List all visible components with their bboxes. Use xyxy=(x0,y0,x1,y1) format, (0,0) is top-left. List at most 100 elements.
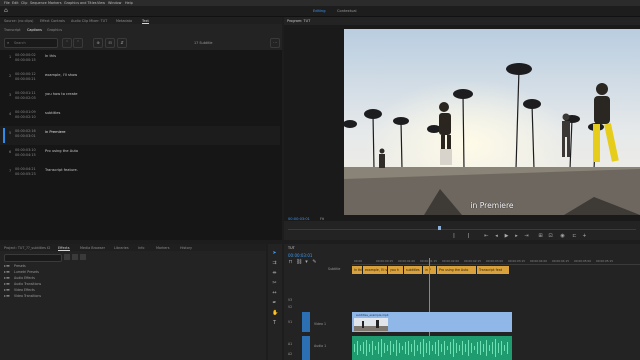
caption-text[interactable]: Transcript feature. xyxy=(45,168,78,172)
32bit-effects-icon[interactable] xyxy=(72,254,78,260)
subtab-transcript[interactable]: Transcript xyxy=(4,28,21,32)
add-caption-icon[interactable]: ⊕ xyxy=(93,38,103,48)
caption-clip[interactable]: subtitles xyxy=(404,266,423,274)
merge-caption-icon[interactable]: ⇵ xyxy=(117,38,127,48)
caption-item[interactable]: 7 00:00:04:21 00:00:05:23 Transcript fea… xyxy=(0,164,280,183)
accelerated-effects-icon[interactable] xyxy=(64,254,70,260)
audio-clip[interactable] xyxy=(352,336,512,360)
playhead-icon[interactable] xyxy=(438,226,441,230)
step-forward-icon[interactable]: ▸ xyxy=(514,234,519,239)
tab-project[interactable]: Project: TUT_??_subtitles t2 xyxy=(4,246,50,250)
menu-edit[interactable]: Edit xyxy=(12,1,19,5)
tab-sequence[interactable]: TUT xyxy=(288,246,295,250)
track-select-tool-icon[interactable]: ⇉ xyxy=(272,261,277,266)
caption-clip[interactable]: you h xyxy=(388,266,404,274)
timeline-tab-row: TUT xyxy=(284,244,640,251)
export-frame-icon[interactable]: ◉ xyxy=(560,234,565,239)
menu-clip[interactable]: Clip xyxy=(21,1,27,5)
more-options-icon[interactable]: ⋯ xyxy=(270,38,280,48)
add-button-icon[interactable]: + xyxy=(582,234,587,239)
track-label: A2 xyxy=(288,352,293,356)
tab-text[interactable]: Text xyxy=(142,19,149,24)
a1-target-toggle[interactable] xyxy=(302,336,310,360)
tab-source[interactable]: Source: (no clips) xyxy=(4,19,33,23)
caption-search-input[interactable]: ⌕ Search xyxy=(4,38,58,48)
video-frame[interactable]: in Premiere xyxy=(344,29,640,215)
caption-item[interactable]: 1 00:00:00:02 00:00:00:15 In this xyxy=(0,50,280,69)
tab-metadata[interactable]: Metadata xyxy=(116,19,132,23)
video-clip[interactable]: subtitles_example.mp4 xyxy=(352,312,512,332)
caption-item[interactable]: 4 00:00:01:09 00:00:02:10 subtitles xyxy=(0,107,280,126)
effects-search-input[interactable] xyxy=(4,254,62,262)
comparison-icon[interactable]: ⊏ xyxy=(572,234,577,239)
caption-clip[interactable]: Transcript feat xyxy=(477,266,510,274)
menu-markers[interactable]: Markers xyxy=(48,1,62,5)
caption-clip[interactable]: In this xyxy=(352,266,364,274)
tab-history[interactable]: History xyxy=(180,246,192,250)
home-icon[interactable]: ⌂ xyxy=(4,7,10,14)
tab-libraries[interactable]: Libraries xyxy=(114,246,129,250)
caption-text[interactable]: In this xyxy=(45,54,56,58)
menu-sequence[interactable]: Sequence xyxy=(30,1,47,5)
snap-icon[interactable]: ⊓ xyxy=(288,260,293,265)
type-tool-icon[interactable]: T xyxy=(272,321,277,326)
workspace-other[interactable]: Contextual xyxy=(337,9,357,13)
tab-info[interactable]: Info xyxy=(138,246,144,250)
tab-effect-controls[interactable]: Effect Controls xyxy=(40,19,65,23)
program-timecode[interactable]: 00:00:03:01 xyxy=(288,217,310,221)
hand-tool-icon[interactable]: ✋ xyxy=(272,311,278,316)
caption-item[interactable]: 2 00:00:00:12 00:00:00:21 example, I'll … xyxy=(0,69,280,88)
ripple-edit-tool-icon[interactable]: ⇹ xyxy=(272,271,277,276)
insert-icon[interactable]: ⊞ xyxy=(538,234,543,239)
pen-tool-icon[interactable]: ✒ xyxy=(272,301,277,306)
menu-file[interactable]: File xyxy=(4,1,10,5)
workspace-editing[interactable]: Editing xyxy=(313,9,326,13)
mark-in-icon[interactable]: ⎸ xyxy=(454,234,459,239)
program-scrubber[interactable] xyxy=(288,229,636,230)
menu-view[interactable]: View xyxy=(97,1,105,5)
razor-tool-icon[interactable]: ✂ xyxy=(272,281,277,286)
menu-help[interactable]: Help xyxy=(125,1,133,5)
timeline-timecode[interactable]: 00:00:03:01 xyxy=(288,253,312,258)
mark-out-icon[interactable]: ⎹ xyxy=(464,234,469,239)
menu-window[interactable]: Window xyxy=(108,1,121,5)
play-icon[interactable]: ▶ xyxy=(504,234,509,239)
tab-effects[interactable]: Effects xyxy=(58,246,70,251)
subtab-captions[interactable]: Captions xyxy=(27,28,42,32)
slip-tool-icon[interactable]: ↔ xyxy=(272,291,277,296)
yuv-effects-icon[interactable] xyxy=(80,254,86,260)
chevron-down-icon[interactable]: ˅ xyxy=(73,38,83,48)
add-marker-icon[interactable]: ▾ xyxy=(304,260,309,265)
caption-text[interactable]: you how to create xyxy=(45,92,77,96)
go-to-in-icon[interactable]: ⇤ xyxy=(484,234,489,239)
step-back-icon[interactable]: ◂ xyxy=(494,234,499,239)
chevron-up-icon[interactable]: ˄ xyxy=(62,38,72,48)
caption-item[interactable]: 3 00:00:01:11 00:00:02:03 you how to cre… xyxy=(0,88,280,107)
caption-item-active[interactable]: 5 00:00:02:16 00:00:03:01 in Premiere xyxy=(0,126,280,145)
caption-text[interactable]: subtitles xyxy=(45,111,60,115)
caption-overlay[interactable]: in Premiere xyxy=(344,201,640,210)
split-caption-icon[interactable]: ⊟ xyxy=(105,38,115,48)
fit-dropdown[interactable]: Fit xyxy=(320,217,324,221)
wrench-icon[interactable]: ✎ xyxy=(312,260,317,265)
text-panel: Source: (no clips) Effect Controls Audio… xyxy=(0,17,282,240)
v1-target-toggle[interactable] xyxy=(302,312,310,332)
subtab-graphics[interactable]: Graphics xyxy=(47,28,62,32)
caption-item[interactable]: 6 00:00:03:10 00:00:04:15 Pro using the … xyxy=(0,145,280,164)
linked-selection-icon[interactable]: ⛓ xyxy=(296,260,302,265)
project-panel: Project: TUT_??_subtitles t2 Effects Med… xyxy=(0,244,266,360)
tab-markers[interactable]: Markers xyxy=(156,246,170,250)
tab-media-browser[interactable]: Media Browser xyxy=(80,246,105,250)
caption-clip[interactable]: example, I'll sh xyxy=(363,266,389,274)
caption-text[interactable]: example, I'll show xyxy=(45,73,77,77)
track-label: V1 xyxy=(288,320,293,324)
caption-text[interactable]: Pro using the Auto xyxy=(45,149,78,153)
menu-graphics[interactable]: Graphics and Titles xyxy=(64,1,97,5)
caption-clip[interactable]: in P xyxy=(423,266,437,274)
tab-audio-mixer[interactable]: Audio Clip Mixer: TUT xyxy=(71,19,107,23)
selection-tool-icon[interactable]: ➤ xyxy=(272,251,277,256)
go-to-out-icon[interactable]: ⇥ xyxy=(524,234,529,239)
overwrite-icon[interactable]: ⊡ xyxy=(548,234,553,239)
caption-clip[interactable]: Pro using the Auto xyxy=(437,266,477,274)
caption-text[interactable]: in Premiere xyxy=(45,130,65,134)
